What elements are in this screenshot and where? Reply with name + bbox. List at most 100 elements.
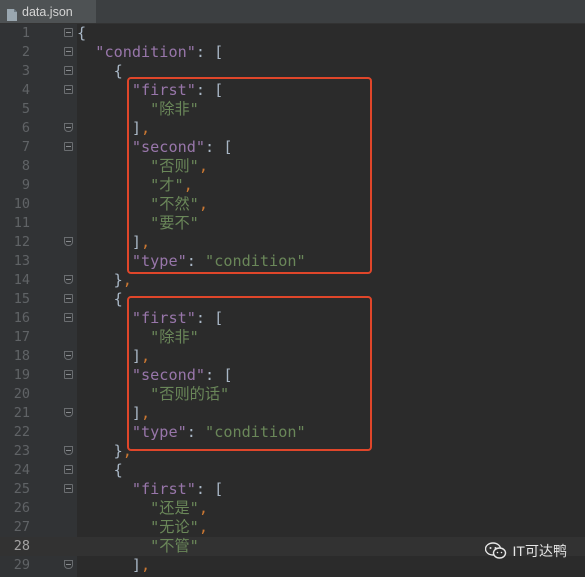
code-text: { — [77, 62, 123, 81]
json-punct: : [ — [195, 480, 224, 498]
json-string: "无论" — [150, 518, 199, 536]
json-punct: { — [77, 62, 123, 80]
fold-marker-icon[interactable] — [64, 123, 73, 132]
tab-label: data.json — [22, 4, 73, 19]
code-text: "first": [ — [77, 480, 223, 499]
fold-marker-icon[interactable] — [64, 465, 73, 474]
code-text: { — [77, 461, 123, 480]
line-number: 22 — [13, 424, 30, 440]
fold-marker-icon[interactable] — [64, 408, 73, 417]
line-number: 9 — [21, 177, 30, 193]
tab-data-json[interactable]: data.json — [0, 0, 96, 23]
code-line[interactable]: 27 "无论", — [0, 518, 585, 537]
json-punct: { — [77, 461, 123, 479]
line-number: 24 — [13, 462, 30, 478]
code-text: }, — [77, 442, 132, 461]
json-punct — [77, 480, 132, 498]
line-number: 5 — [21, 101, 30, 117]
json-punct — [77, 537, 150, 555]
json-punct: } — [77, 442, 123, 460]
code-text: { — [77, 24, 86, 43]
line-number: 18 — [13, 348, 30, 364]
json-punct: } — [77, 271, 123, 289]
line-number: 4 — [21, 82, 30, 98]
editor-tab-bar: data.json — [0, 0, 585, 24]
line-number: 15 — [13, 291, 30, 307]
code-line[interactable]: 2 "condition": [ — [0, 43, 585, 62]
code-line[interactable]: 1{ — [0, 24, 585, 43]
code-text: "无论", — [77, 518, 208, 537]
line-number: 27 — [13, 519, 30, 535]
json-punct: , — [141, 556, 151, 574]
code-line[interactable]: 25 "first": [ — [0, 480, 585, 499]
json-string: "不管" — [150, 537, 199, 555]
line-number: 16 — [13, 310, 30, 326]
json-punct — [77, 423, 132, 441]
json-punct — [77, 138, 132, 156]
fold-marker-icon[interactable] — [64, 446, 73, 455]
fold-marker-icon[interactable] — [64, 275, 73, 284]
json-punct: ] — [77, 556, 142, 574]
line-number: 1 — [21, 25, 30, 41]
fold-marker-icon[interactable] — [64, 237, 73, 246]
line-number: 17 — [13, 329, 30, 345]
fold-marker-icon[interactable] — [64, 351, 73, 360]
json-punct: : [ — [195, 43, 224, 61]
json-string: "还是" — [150, 499, 199, 517]
fold-marker-icon[interactable] — [64, 142, 73, 151]
json-punct: { — [77, 24, 87, 42]
json-file-icon — [7, 6, 17, 21]
json-key: "condition" — [95, 43, 196, 61]
code-text: { — [77, 290, 123, 309]
line-number: 10 — [13, 196, 30, 212]
code-line[interactable]: 26 "还是", — [0, 499, 585, 518]
fold-marker-icon[interactable] — [64, 85, 73, 94]
line-number: 19 — [13, 367, 30, 383]
json-punct: , — [198, 499, 208, 517]
highlight-box-2 — [127, 296, 372, 451]
code-line[interactable]: 24 { — [0, 461, 585, 480]
line-number: 25 — [13, 481, 30, 497]
line-number: 8 — [21, 158, 30, 174]
line-number: 20 — [13, 386, 30, 402]
line-number: 29 — [13, 557, 30, 573]
json-punct — [77, 309, 132, 327]
code-text: "不管" — [77, 537, 199, 556]
json-punct — [77, 43, 95, 61]
watermark: IT可达鸭 — [484, 541, 567, 561]
highlight-box-1 — [127, 77, 372, 274]
line-number: 21 — [13, 405, 30, 421]
line-number: 11 — [13, 215, 30, 231]
json-punct — [77, 366, 132, 384]
code-text: "condition": [ — [77, 43, 223, 62]
json-punct — [77, 81, 132, 99]
json-punct — [77, 252, 132, 270]
line-number: 2 — [21, 44, 30, 60]
fold-marker-icon[interactable] — [64, 28, 73, 37]
json-punct: , — [198, 518, 208, 536]
json-key: "first" — [131, 480, 196, 498]
line-number: 14 — [13, 272, 30, 288]
fold-marker-icon[interactable] — [64, 47, 73, 56]
watermark-text: IT可达鸭 — [512, 543, 567, 559]
fold-marker-icon[interactable] — [64, 313, 73, 322]
code-text: "还是", — [77, 499, 208, 518]
line-number: 26 — [13, 500, 30, 516]
fold-marker-icon[interactable] — [64, 66, 73, 75]
json-punct: { — [77, 290, 123, 308]
code-text: ], — [77, 556, 150, 575]
line-number: 6 — [21, 120, 30, 136]
line-number: 3 — [21, 63, 30, 79]
line-number: 28 — [13, 538, 30, 554]
line-number: 13 — [13, 253, 30, 269]
wechat-icon — [484, 542, 506, 559]
fold-marker-icon[interactable] — [64, 294, 73, 303]
line-number: 12 — [13, 234, 30, 250]
fold-marker-icon[interactable] — [64, 484, 73, 493]
json-punct — [77, 518, 150, 536]
fold-marker-icon[interactable] — [64, 560, 73, 569]
json-punct — [77, 499, 150, 517]
line-number: 7 — [21, 139, 30, 155]
line-number: 23 — [13, 443, 30, 459]
fold-marker-icon[interactable] — [64, 370, 73, 379]
